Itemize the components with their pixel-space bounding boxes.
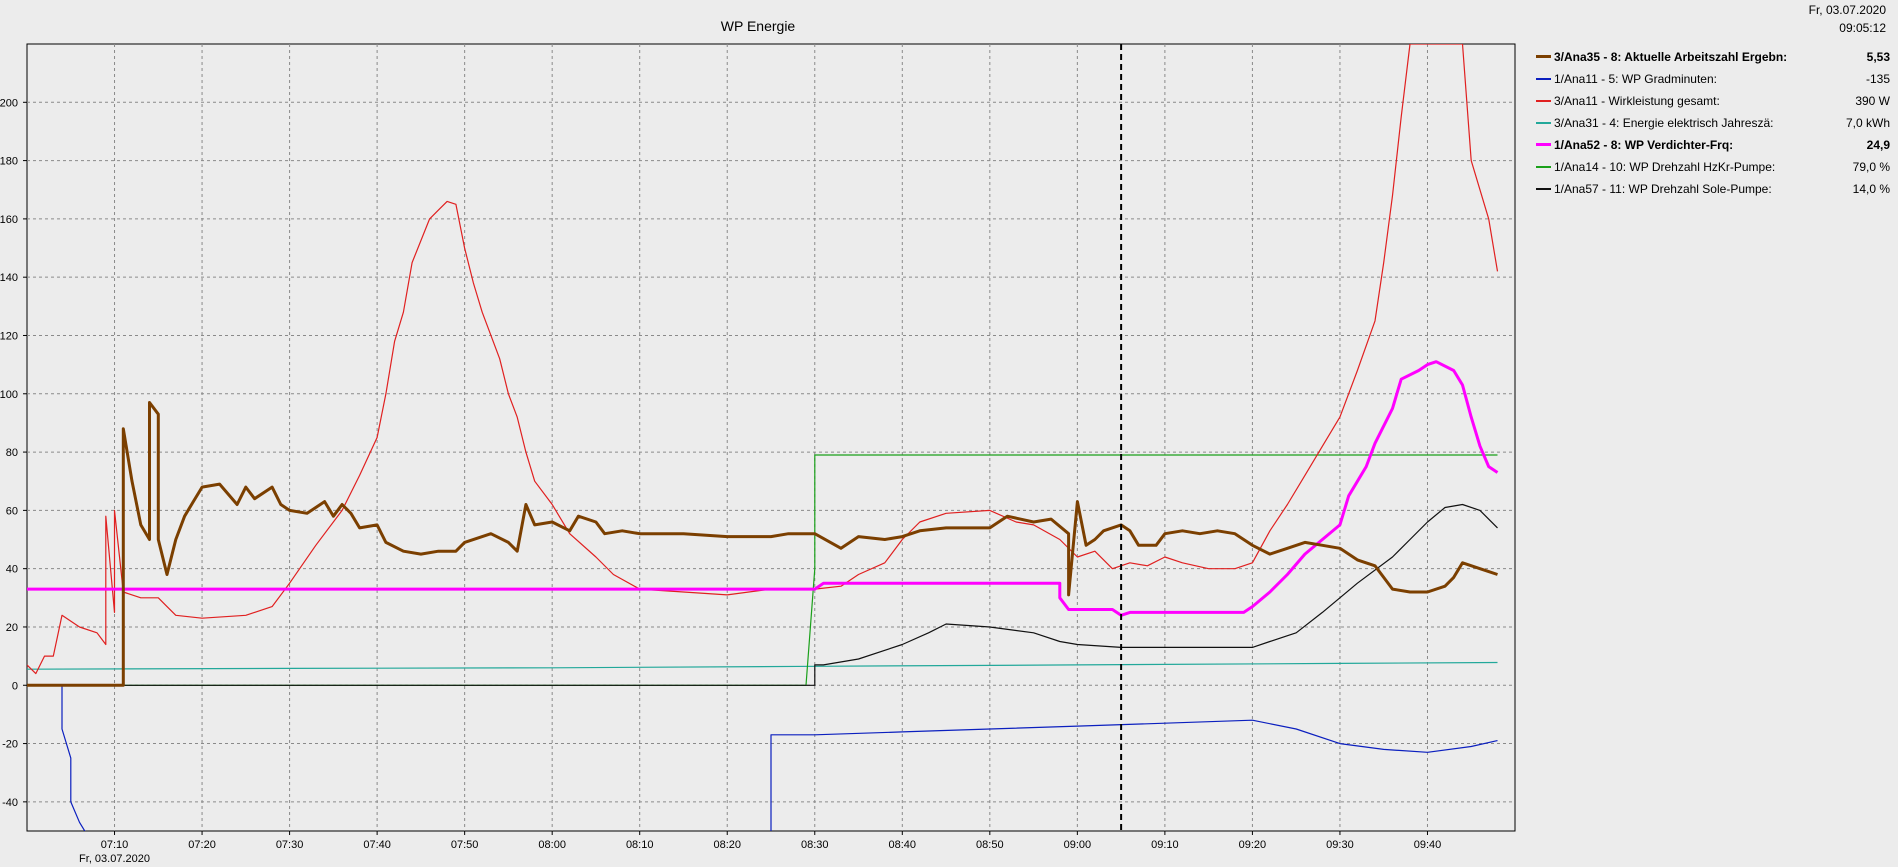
legend-item[interactable]: 3/Ana11 - Wirkleistung gesamt: 390 W [1536, 90, 1890, 112]
x-tick-label: 09:40 [1414, 839, 1442, 851]
chart-canvas[interactable]: -40 -20 0 20 40 60 80 100 120 140 160 180 200 07:10 07… [0, 0, 1520, 867]
x-tick-label: 08:20 [713, 839, 741, 851]
x-tick-label: 08:50 [976, 839, 1004, 851]
legend-label: 1/Ana52 - 8: WP Verdichter-Frq: [1554, 138, 1734, 152]
legend-swatch [1536, 188, 1551, 190]
legend-value: 24,9 [1866, 138, 1890, 152]
legend-value: 14,0 % [1852, 182, 1890, 196]
x-tick-label: 09:20 [1239, 839, 1267, 851]
plot-area [26, 43, 1516, 832]
legend-label: 1/Ana11 - 5: WP Gradminuten: [1554, 72, 1717, 86]
legend-swatch [1536, 122, 1551, 124]
y-tick-label: 20 [6, 622, 18, 634]
x-tick-label: 07:40 [363, 839, 391, 851]
y-tick-label: 180 [0, 156, 18, 168]
legend-swatch [1536, 166, 1551, 168]
legend-item[interactable]: 1/Ana14 - 10: WP Drehzahl HzKr-Pumpe: 79,… [1536, 156, 1890, 178]
x-tick-label: 07:30 [276, 839, 304, 851]
legend: 3/Ana35 - 8: Aktuelle Arbeitszahl Ergebn… [1536, 46, 1890, 200]
x-tick-label: 09:10 [1151, 839, 1179, 851]
legend-value: 390 W [1855, 94, 1890, 108]
y-tick-label: -40 [2, 797, 18, 809]
x-date-label: Fr, 03.07.2020 [79, 853, 150, 865]
legend-value: -135 [1865, 72, 1890, 86]
legend-item[interactable]: 3/Ana31 - 4: Energie elektrisch Jahreszä… [1536, 112, 1890, 134]
legend-swatch [1536, 100, 1551, 102]
legend-item[interactable]: 1/Ana11 - 5: WP Gradminuten: -135 [1536, 68, 1890, 90]
x-tick-label: 07:50 [451, 839, 479, 851]
y-tick-label: 120 [0, 330, 18, 342]
y-tick-label: 200 [0, 97, 18, 109]
y-tick-label: 40 [6, 564, 18, 576]
legend-value: 79,0 % [1852, 160, 1890, 174]
legend-item[interactable]: 1/Ana52 - 8: WP Verdichter-Frq: 24,9 [1536, 134, 1890, 156]
legend-label: 3/Ana31 - 4: Energie elektrisch Jahreszä… [1554, 116, 1774, 130]
legend-swatch [1536, 143, 1551, 146]
legend-swatch [1536, 78, 1551, 80]
x-tick-label: 08:30 [801, 839, 829, 851]
y-tick-label: 160 [0, 214, 18, 226]
x-tick-label: 07:10 [101, 839, 129, 851]
y-tick-label: 60 [6, 505, 18, 517]
header-date: Fr, 03.07.2020 [1808, 3, 1886, 17]
header-time: 09:05:12 [1839, 21, 1886, 35]
header-datetime: Fr, 03.07.2020 09:05:12 [1809, 1, 1886, 37]
y-tick-label: 100 [0, 389, 18, 401]
y-tick-label: 140 [0, 272, 18, 284]
y-tick-label: -20 [2, 739, 18, 751]
legend-value: 7,0 kWh [1845, 116, 1890, 130]
x-tick-label: 08:00 [538, 839, 566, 851]
legend-item[interactable]: 1/Ana57 - 11: WP Drehzahl Sole-Pumpe: 14,… [1536, 178, 1890, 200]
x-tick-label: 08:10 [626, 839, 654, 851]
x-tick-label: 09:00 [1064, 839, 1092, 851]
legend-label: 3/Ana35 - 8: Aktuelle Arbeitszahl Ergebn… [1554, 50, 1788, 64]
legend-swatch [1536, 55, 1551, 58]
x-tick-label: 07:20 [188, 839, 216, 851]
legend-item[interactable]: 3/Ana35 - 8: Aktuelle Arbeitszahl Ergebn… [1536, 46, 1890, 68]
x-tick-label: 08:40 [889, 839, 917, 851]
legend-label: 3/Ana11 - Wirkleistung gesamt: [1554, 94, 1720, 108]
y-tick-label: 0 [12, 680, 18, 692]
legend-label: 1/Ana57 - 11: WP Drehzahl Sole-Pumpe: [1554, 182, 1772, 196]
legend-value: 5,53 [1866, 50, 1890, 64]
x-tick-label: 09:30 [1326, 839, 1354, 851]
y-tick-label: 80 [6, 447, 18, 459]
legend-label: 1/Ana14 - 10: WP Drehzahl HzKr-Pumpe: [1554, 160, 1776, 174]
